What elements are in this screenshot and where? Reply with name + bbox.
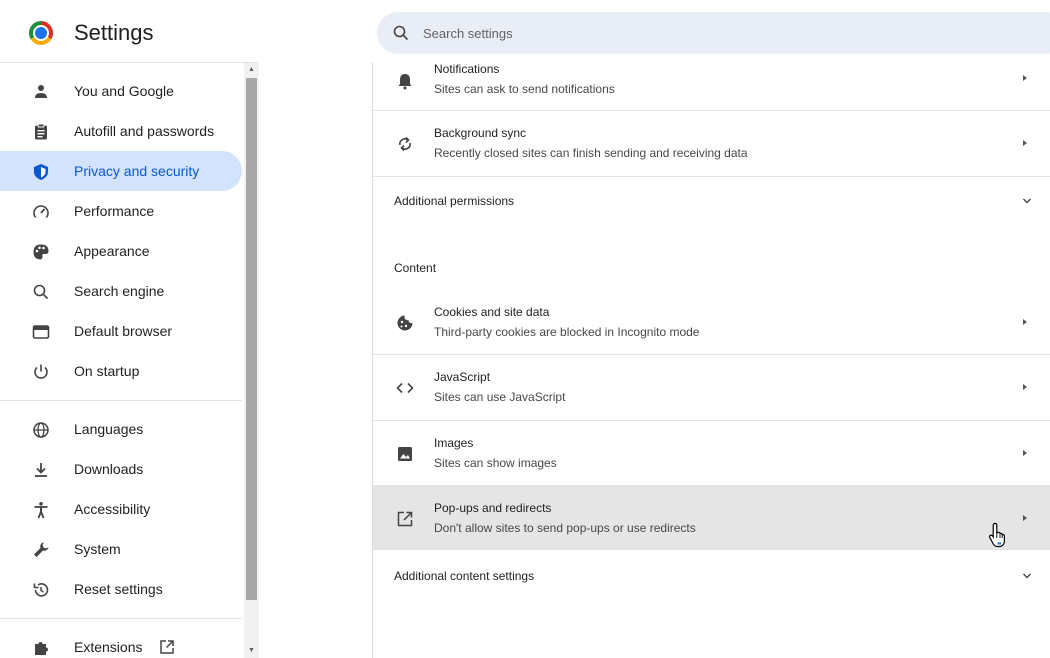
sidebar-item-performance[interactable]: Performance: [0, 191, 242, 231]
row-subtitle: Sites can ask to send notifications: [434, 82, 615, 96]
popup-icon: [397, 511, 413, 527]
notifications-row[interactable]: Notifications Sites can ask to send noti…: [373, 62, 1050, 110]
sidebar-item-label: On startup: [74, 363, 140, 379]
row-subtitle: Don't allow sites to send pop-ups or use…: [434, 521, 696, 535]
image-icon: [398, 447, 412, 461]
additional-permissions-row[interactable]: Additional permissions: [373, 177, 1050, 225]
sidebar-item-label: Extensions: [74, 639, 143, 655]
arrow-right-icon: [1023, 384, 1027, 390]
sidebar-item-you-and-google[interactable]: You and Google: [0, 71, 242, 111]
additional-content-settings-row[interactable]: Additional content settings: [373, 550, 1050, 600]
cookie-icon: [397, 315, 413, 331]
sidebar-item-label: Performance: [74, 203, 155, 219]
sidebar-item-default-browser[interactable]: Default browser: [0, 311, 242, 351]
sidebar-item-downloads[interactable]: Downloads: [0, 449, 242, 489]
search-icon: [33, 284, 49, 300]
arrow-right-icon: [1023, 515, 1027, 521]
sidebar-item-on-startup[interactable]: On startup: [0, 351, 242, 391]
row-subtitle: Recently closed sites can finish sending…: [434, 146, 748, 160]
additional-content-settings-label: Additional content settings: [394, 569, 535, 583]
sidebar-item-search-engine[interactable]: Search engine: [0, 271, 242, 311]
sidebar: You and Google Autofill and passwords Pr…: [0, 62, 259, 658]
sidebar-item-extensions[interactable]: Extensions: [0, 627, 242, 658]
person-icon: [35, 85, 47, 98]
content-section-heading: Content: [394, 261, 437, 275]
row-subtitle: Sites can use JavaScript: [434, 390, 566, 404]
scroll-down-arrow-icon[interactable]: ▼: [246, 645, 257, 657]
row-title: Notifications: [434, 62, 500, 76]
clipboard-icon: [35, 123, 47, 140]
sidebar-item-autofill[interactable]: Autofill and passwords: [0, 111, 242, 151]
sidebar-item-label: Search engine: [74, 283, 165, 299]
sidebar-item-label: Accessibility: [74, 501, 151, 517]
sidebar-item-label: Autofill and passwords: [74, 123, 215, 139]
sidebar-item-system[interactable]: System: [0, 529, 242, 569]
arrow-right-icon: [1023, 450, 1027, 456]
sidebar-item-label: Languages: [74, 421, 144, 437]
hand-pointer-cursor-icon: [988, 522, 1005, 548]
additional-permissions-label: Additional permissions: [394, 194, 515, 208]
sidebar-item-label: Privacy and security: [74, 163, 200, 179]
cookies-row[interactable]: Cookies and site data Third-party cookie…: [373, 290, 1050, 354]
sidebar-item-reset-settings[interactable]: Reset settings: [0, 569, 242, 609]
chrome-logo-icon: [29, 21, 53, 45]
sidebar-item-label: Appearance: [74, 243, 150, 259]
globe-icon: [33, 422, 49, 438]
sync-icon: [399, 136, 411, 152]
popups-and-redirects-row[interactable]: Pop-ups and redirects Don't allow sites …: [373, 486, 1050, 550]
power-icon: [34, 364, 48, 379]
search-box[interactable]: [377, 12, 1050, 54]
puzzle-icon: [35, 642, 48, 655]
sidebar-scrollbar-thumb[interactable]: [246, 78, 257, 600]
row-title: JavaScript: [434, 370, 491, 384]
arrow-right-icon: [1023, 75, 1027, 81]
background-sync-row[interactable]: Background sync Recently closed sites ca…: [373, 111, 1050, 176]
chevron-down-icon: [1023, 198, 1031, 204]
sidebar-item-appearance[interactable]: Appearance: [0, 231, 242, 271]
arrow-right-icon: [1023, 140, 1027, 146]
sidebar-item-label: Downloads: [74, 461, 144, 477]
row-title: Images: [434, 436, 474, 450]
sidebar-divider: [0, 400, 242, 401]
open-in-new-icon: [160, 640, 174, 654]
download-icon: [35, 463, 47, 477]
row-title: Cookies and site data: [434, 305, 550, 319]
chevron-down-icon: [1023, 573, 1031, 579]
page-title: Settings: [74, 20, 154, 45]
top-bar: Settings: [0, 0, 1050, 62]
images-row[interactable]: Images Sites can show images: [373, 421, 1050, 485]
javascript-row[interactable]: JavaScript Sites can use JavaScript: [373, 355, 1050, 420]
search-input[interactable]: [423, 12, 1023, 54]
sidebar-item-label: You and Google: [74, 83, 174, 99]
search-icon: [393, 25, 409, 41]
palette-icon: [33, 244, 49, 260]
row-title: Pop-ups and redirects: [434, 501, 552, 515]
bell-icon: [398, 74, 412, 90]
row-title: Background sync: [434, 126, 527, 140]
browser-window-icon: [32, 325, 50, 339]
wrench-icon: [34, 542, 49, 557]
sidebar-item-label: Default browser: [74, 323, 173, 339]
sidebar-item-privacy-and-security[interactable]: Privacy and security: [0, 151, 242, 191]
main-content: Notifications Sites can ask to send noti…: [372, 62, 1050, 658]
shield-icon: [34, 164, 48, 180]
code-icon: [396, 382, 414, 394]
arrow-right-icon: [1023, 319, 1027, 325]
speedometer-icon: [32, 205, 50, 221]
sidebar-item-accessibility[interactable]: Accessibility: [0, 489, 242, 529]
accessibility-icon: [34, 502, 48, 519]
sidebar-item-label: Reset settings: [74, 581, 163, 597]
sidebar-divider: [0, 618, 242, 619]
sidebar-item-languages[interactable]: Languages: [0, 409, 242, 449]
row-subtitle: Third-party cookies are blocked in Incog…: [434, 325, 700, 339]
scroll-up-arrow-icon[interactable]: ▲: [246, 64, 257, 76]
sidebar-item-label: System: [74, 541, 121, 557]
row-subtitle: Sites can show images: [434, 456, 557, 470]
reset-icon: [33, 583, 49, 597]
